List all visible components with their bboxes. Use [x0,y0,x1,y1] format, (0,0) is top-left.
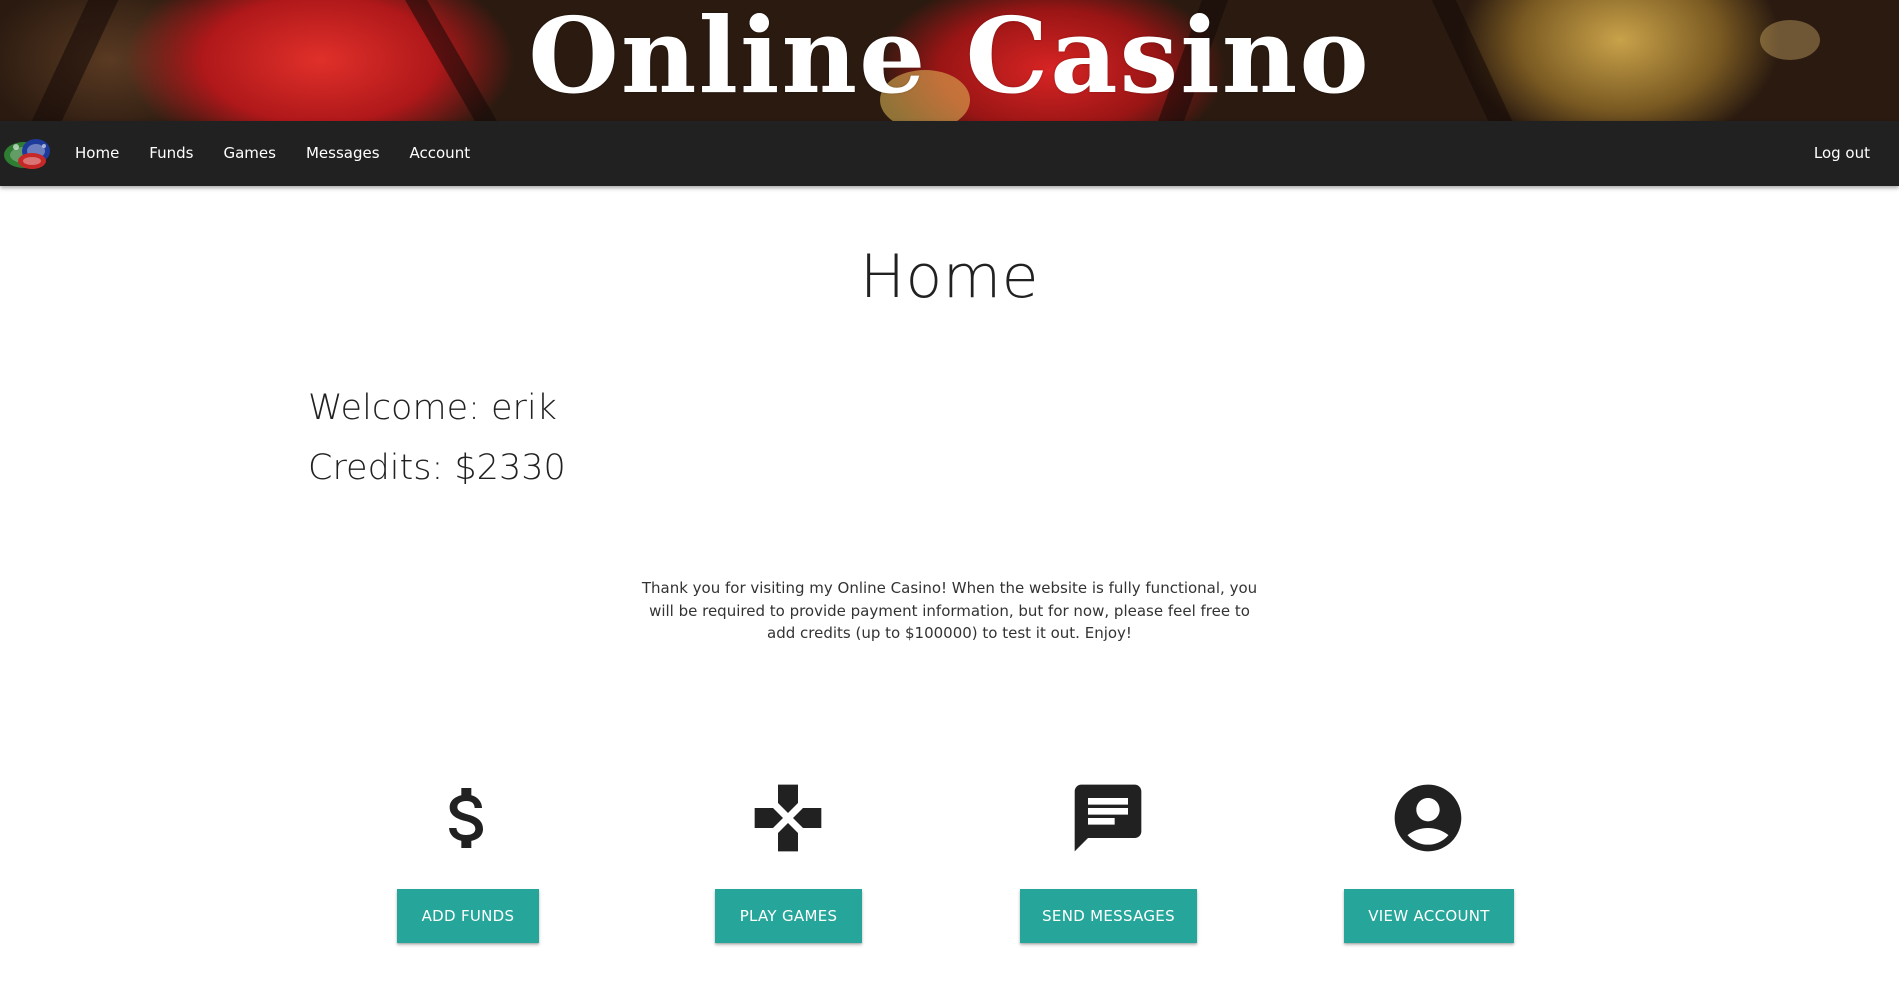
page-title: Home [859,242,1040,312]
message-icon [1074,784,1142,852]
nav-item-funds[interactable]: Funds [134,121,208,186]
add-funds-button[interactable]: ADD FUNDS [397,889,539,943]
welcome-text: Welcome: erik [308,388,557,428]
nav-links: Home Funds Games Messages Account [60,121,485,186]
account-circle-icon [1394,784,1462,852]
header-banner: Online Casino [0,0,1899,121]
play-games-button[interactable]: PLAY GAMES [715,889,862,943]
nav-item-games[interactable]: Games [208,121,290,186]
send-messages-button[interactable]: SEND MESSAGES [1020,889,1197,943]
gamepad-icon [754,784,822,852]
nav-item-account[interactable]: Account [395,121,486,186]
credits-balance: Credits: $2330 [308,448,566,488]
site-title: Online Casino [528,0,1371,117]
dollar-icon [449,788,483,848]
navbar: Home Funds Games Messages Account Log ou… [0,121,1899,186]
nav-item-messages[interactable]: Messages [291,121,395,186]
intro-paragraph: Thank you for visiting my Online Casino!… [641,579,1258,642]
poker-chips-icon[interactable] [2,136,52,170]
logout-link[interactable]: Log out [1799,121,1885,186]
view-account-button[interactable]: VIEW ACCOUNT [1344,889,1514,943]
nav-item-home[interactable]: Home [60,121,134,186]
